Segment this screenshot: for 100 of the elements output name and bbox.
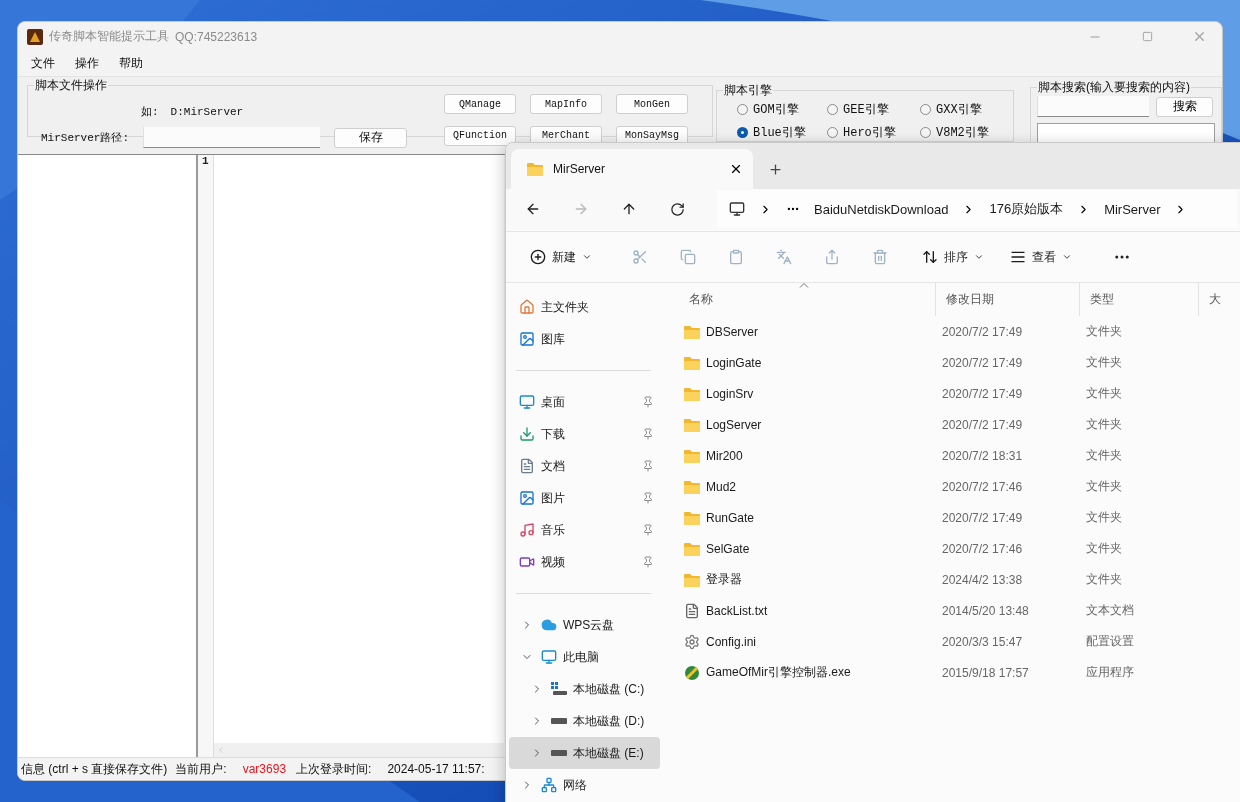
file-name[interactable]: BackList.txt	[706, 603, 768, 618]
gear-file-icon	[684, 633, 700, 650]
document-icon	[519, 458, 535, 474]
radio-button[interactable]	[827, 104, 838, 115]
line-number: 1	[202, 155, 209, 167]
script-button[interactable]: MonGen	[616, 94, 688, 114]
file-date: 2020/3/3 15:47	[941, 634, 1024, 649]
sidebar-item[interactable]: 网络	[509, 769, 660, 801]
file-date: 2014/5/20 13:48	[941, 603, 1030, 618]
radio-button[interactable]	[827, 127, 838, 138]
lines-icon	[1010, 249, 1026, 265]
column-header[interactable]: 修改日期	[936, 283, 1080, 316]
script-button[interactable]: QFunction	[444, 125, 516, 146]
file-type: 文件夹	[1085, 354, 1123, 371]
radio-button[interactable]	[920, 104, 931, 115]
file-name[interactable]: GameOfMir引擎控制器.exe	[706, 664, 851, 681]
group-title: 脚本文件操作	[34, 77, 108, 94]
caret-icon	[1062, 252, 1072, 262]
breadcrumb-item[interactable]: MirServer	[1104, 201, 1161, 217]
sidebar-item[interactable]: 本地磁盘 (C:)	[509, 673, 660, 705]
script-button[interactable]: QManage	[444, 94, 516, 114]
login-time: 2024-05-17 11:57:	[387, 762, 485, 776]
column-header[interactable]: 类型	[1080, 283, 1199, 316]
sidebar-item[interactable]: 主文件夹	[509, 291, 660, 323]
search-field[interactable]	[1037, 96, 1149, 117]
radio-button[interactable]	[920, 127, 931, 138]
file-date: 2020/7/2 17:49	[941, 324, 1024, 339]
new-button[interactable]: 新建	[524, 241, 598, 273]
radio-button[interactable]	[737, 104, 748, 115]
cloud-icon	[541, 617, 557, 633]
image-icon	[519, 331, 535, 347]
file-name[interactable]: LoginGate	[706, 355, 762, 370]
folder-icon	[684, 510, 700, 525]
radio-button[interactable]	[737, 127, 748, 138]
file-type: 文件夹	[1085, 571, 1123, 588]
file-name[interactable]: Mir200	[706, 448, 743, 463]
radio-label: Blue引擎	[753, 125, 806, 141]
radio-label: GEE引擎	[843, 102, 889, 118]
sidebar-item[interactable]: 文档	[509, 450, 660, 482]
sort-button[interactable]: 排序	[916, 241, 990, 273]
column-header[interactable]: 名称	[679, 283, 936, 316]
file-name[interactable]: LoginSrv	[706, 386, 754, 401]
file-date: 2015/9/18 17:57	[941, 665, 1030, 680]
music-icon	[519, 522, 535, 538]
scroll-left-icon[interactable]	[216, 745, 226, 755]
close-icon[interactable]	[729, 162, 743, 176]
file-type: 文件夹	[1085, 323, 1123, 340]
file-name[interactable]: RunGate	[706, 510, 755, 525]
example-path: D:MirServer	[170, 105, 244, 118]
qq-number: QQ:745223613	[175, 29, 258, 44]
folder-icon	[684, 386, 700, 401]
file-name[interactable]: DBServer	[706, 324, 758, 339]
sidebar-item[interactable]: 图库	[509, 323, 660, 355]
file-name[interactable]: LogServer	[706, 417, 762, 432]
sidebar-item[interactable]: WPS云盘	[509, 609, 660, 641]
breadcrumb-item[interactable]: BaiduNetdiskDownload	[814, 201, 949, 217]
address-bar[interactable]: BaiduNetdiskDownload 176原始版本 MirServer	[717, 190, 1237, 228]
sidebar-item[interactable]: 桌面	[509, 386, 660, 418]
file-type: 应用程序	[1085, 664, 1135, 681]
file-date: 2020/7/2 17:46	[941, 479, 1024, 494]
view-button[interactable]: 查看	[1004, 241, 1078, 273]
file-type: 文件夹	[1085, 478, 1123, 495]
file-name[interactable]: 登录器	[706, 571, 742, 588]
sidebar-item[interactable]: 本地磁盘 (E:)	[509, 737, 660, 769]
file-type: 文件夹	[1085, 416, 1123, 433]
radio-label: Hero引擎	[843, 125, 896, 141]
app-icon	[27, 28, 43, 45]
menu-item[interactable]: 操作	[75, 55, 99, 72]
group-title: 脚本引擎	[723, 82, 773, 99]
folder-icon	[684, 324, 700, 339]
tab[interactable]: MirServer	[511, 149, 753, 189]
group-title: 脚本搜索(输入要搜索的内容)	[1037, 79, 1191, 96]
sidebar-item[interactable]: 本地磁盘 (D:)	[509, 705, 660, 737]
search-button[interactable]: 搜索	[1156, 96, 1213, 117]
column-header[interactable]: 大	[1199, 283, 1240, 316]
folder-icon	[684, 448, 700, 463]
sort-up-icon	[799, 283, 809, 288]
file-name[interactable]: Mud2	[706, 479, 737, 494]
save-button[interactable]: 保存	[334, 127, 407, 148]
video-icon	[519, 554, 535, 570]
breadcrumb-item[interactable]: 176原始版本	[989, 200, 1064, 218]
sidebar-item[interactable]: 视频	[509, 546, 660, 578]
file-name[interactable]: Config.ini	[706, 634, 757, 649]
file-date: 2020/7/2 17:49	[941, 355, 1024, 370]
path-input-field[interactable]	[143, 127, 320, 148]
menu-item[interactable]: 文件	[31, 55, 55, 72]
user-name: var3693	[242, 762, 287, 776]
radio-label: GOM引擎	[753, 102, 799, 118]
folder-icon	[684, 417, 700, 432]
drive-icon	[551, 718, 567, 724]
sidebar-item[interactable]: 音乐	[509, 514, 660, 546]
file-name[interactable]: SelGate	[706, 541, 750, 556]
sidebar-item[interactable]: 图片	[509, 482, 660, 514]
sidebar-item[interactable]: 此电脑	[509, 641, 660, 673]
sidebar-item[interactable]: 下载	[509, 418, 660, 450]
monitor-icon	[541, 649, 557, 665]
user-label: 当前用户:	[175, 760, 227, 778]
login-label: 上次登录时间:	[296, 760, 372, 778]
script-button[interactable]: MapInfo	[530, 94, 602, 114]
menu-item[interactable]: 帮助	[119, 55, 143, 72]
